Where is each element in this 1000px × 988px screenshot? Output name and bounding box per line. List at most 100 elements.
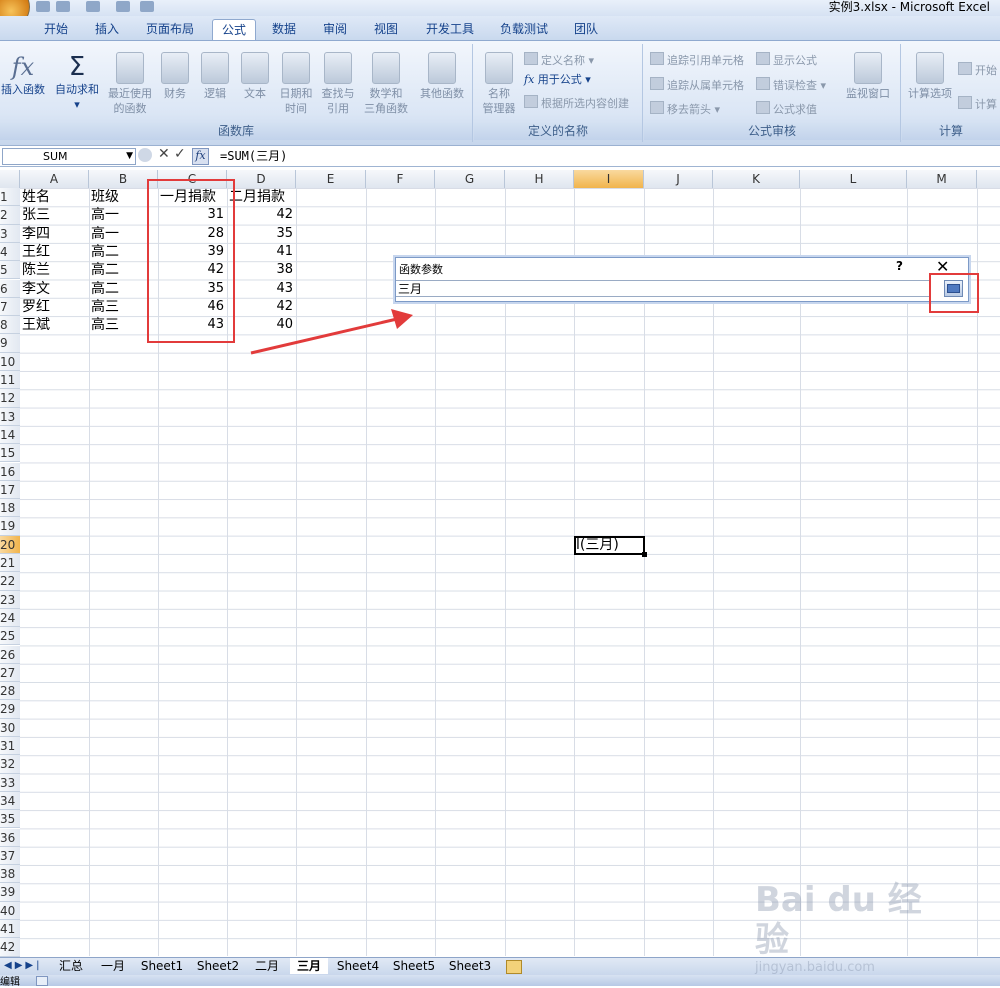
table-cell[interactable]: 高三 [91, 316, 155, 334]
table-cell[interactable]: 35 [229, 225, 293, 243]
row-header[interactable]: 20 [0, 535, 20, 554]
error-checking-button[interactable]: 错误检查 ▾ [756, 77, 826, 93]
select-all-corner[interactable] [0, 170, 20, 188]
insert-sheet-icon[interactable] [506, 960, 522, 974]
lookup-reference-button[interactable]: 查找与 引用 [318, 52, 358, 116]
name-manager-button[interactable]: 名称 管理器 [478, 52, 520, 116]
table-cell[interactable]: 李四 [22, 225, 86, 243]
row-header[interactable]: 8 [0, 316, 20, 335]
undo-icon[interactable] [56, 1, 70, 12]
row-header[interactable]: 42 [0, 938, 20, 957]
table-cell[interactable]: 王斌 [22, 316, 86, 334]
row-header[interactable]: 15 [0, 444, 20, 463]
row-header[interactable]: 21 [0, 554, 20, 573]
sheet-tab[interactable]: 一月 [94, 958, 132, 974]
row-header[interactable]: 27 [0, 663, 20, 683]
trace-dependents-button[interactable]: 追踪从属单元格 [650, 77, 744, 93]
row-header[interactable]: 16 [0, 462, 20, 481]
tab-view[interactable]: 视图 [366, 19, 406, 39]
column-header[interactable]: I [574, 170, 644, 188]
table-cell[interactable]: 高三 [91, 298, 155, 316]
row-header[interactable]: 41 [0, 920, 20, 939]
active-cell[interactable]: l(三月) [574, 536, 645, 555]
table-cell[interactable]: 罗红 [22, 298, 86, 316]
quick-print-icon[interactable] [140, 1, 154, 12]
calculation-options-button[interactable]: 计算选项 [904, 52, 956, 101]
row-header[interactable]: 28 [0, 682, 20, 701]
calculate-sheet-button[interactable]: 计算 [958, 96, 997, 112]
row-header[interactable]: 11 [0, 371, 20, 390]
column-header[interactable]: A [20, 170, 89, 188]
row-header[interactable]: 2 [0, 206, 20, 225]
row-header[interactable]: 14 [0, 425, 20, 445]
name-box[interactable]: SUM ▼ [2, 148, 136, 165]
table-cell[interactable]: 高二 [91, 243, 155, 261]
math-trig-button[interactable]: 数学和 三角函数 [360, 52, 412, 116]
table-cell[interactable]: 陈兰 [22, 261, 86, 279]
row-header[interactable]: 31 [0, 737, 20, 756]
cancel-icon[interactable]: ✕ [158, 146, 170, 162]
tab-load-test[interactable]: 负载测试 [492, 19, 556, 39]
column-header[interactable]: E [296, 170, 366, 188]
row-header[interactable]: 17 [0, 480, 20, 500]
table-cell[interactable]: 高二 [91, 261, 155, 279]
table-cell[interactable]: 41 [229, 243, 293, 261]
row-header[interactable]: 30 [0, 718, 20, 737]
remove-arrows-button[interactable]: 移去箭头 ▾ [650, 101, 720, 117]
redo-icon[interactable] [86, 1, 100, 12]
evaluate-formula-button[interactable]: 公式求值 [756, 101, 817, 117]
tab-insert[interactable]: 插入 [88, 19, 126, 39]
column-header[interactable]: M [907, 170, 977, 188]
tab-home[interactable]: 开始 [35, 19, 77, 39]
sheet-tab[interactable]: Sheet4 [332, 958, 384, 974]
table-cell[interactable]: 42 [229, 206, 293, 224]
row-header[interactable]: 29 [0, 700, 20, 719]
row-header[interactable]: 37 [0, 846, 20, 866]
tab-data[interactable]: 数据 [264, 19, 304, 39]
formula-input[interactable]: =SUM(三月) [220, 148, 287, 164]
column-header[interactable]: F [366, 170, 435, 188]
row-header[interactable]: 35 [0, 810, 20, 829]
tab-team[interactable]: 团队 [566, 19, 606, 39]
row-header[interactable]: 24 [0, 608, 20, 628]
row-header[interactable]: 7 [0, 297, 20, 317]
row-header[interactable]: 33 [0, 773, 20, 792]
insert-function-button[interactable]: fx 插入函数 [0, 52, 46, 97]
row-header[interactable]: 25 [0, 627, 20, 646]
row-header[interactable]: 34 [0, 791, 20, 811]
sheet-tab[interactable]: Sheet3 [444, 958, 496, 974]
financial-button[interactable]: 财务 [158, 52, 192, 101]
sheet-tab[interactable]: 汇总 [52, 958, 90, 974]
table-header-cell[interactable]: 姓名 [22, 188, 86, 206]
fill-handle[interactable] [642, 552, 647, 557]
row-header[interactable]: 19 [0, 517, 20, 536]
use-in-formula-button[interactable]: fx 用于公式 ▾ [524, 73, 591, 87]
row-header[interactable]: 4 [0, 242, 20, 262]
table-cell[interactable]: 高一 [91, 225, 155, 243]
tab-formulas[interactable]: 公式 [212, 19, 256, 40]
row-header[interactable]: 36 [0, 828, 20, 847]
print-preview-icon[interactable] [116, 1, 130, 12]
row-header[interactable]: 22 [0, 572, 20, 591]
row-header[interactable]: 13 [0, 407, 20, 426]
table-cell[interactable]: 高二 [91, 280, 155, 298]
row-header[interactable]: 39 [0, 883, 20, 902]
calculate-now-button[interactable]: 开始 [958, 62, 997, 78]
table-cell[interactable]: 王红 [22, 243, 86, 261]
table-cell[interactable]: 张三 [22, 206, 86, 224]
table-cell[interactable]: 38 [229, 261, 293, 279]
define-name-button[interactable]: 定义名称 ▾ [524, 52, 594, 68]
dropdown-arrow-icon[interactable]: ▼ [126, 149, 133, 164]
table-header-cell[interactable]: 二月捐款 [229, 188, 293, 206]
sheet-tab-active[interactable]: 三月 [290, 958, 328, 974]
insert-function-fx-icon[interactable]: fx [192, 148, 209, 165]
sheet-tab[interactable]: Sheet2 [192, 958, 244, 974]
more-functions-button[interactable]: 其他函数 [414, 52, 470, 101]
column-header[interactable]: H [505, 170, 574, 188]
column-header[interactable]: K [713, 170, 800, 188]
sheet-tab[interactable]: 二月 [248, 958, 286, 974]
table-header-cell[interactable]: 班级 [91, 188, 155, 206]
recent-functions-button[interactable]: 最近使用 的函数 [104, 52, 156, 116]
row-header[interactable]: 32 [0, 755, 20, 774]
row-header[interactable]: 1 [0, 188, 20, 207]
